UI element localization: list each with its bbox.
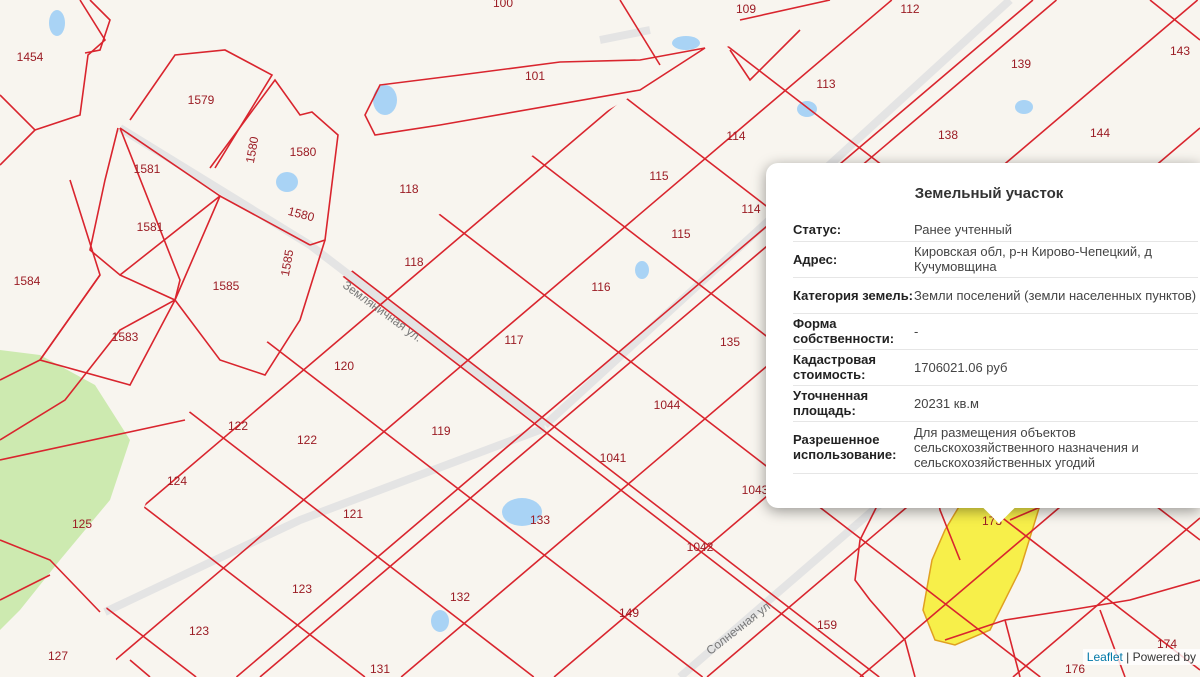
parcel-label[interactable]: 1580 [287, 204, 317, 225]
parcel-label[interactable]: 123 [292, 582, 312, 596]
parcel-label[interactable]: 1580 [243, 135, 261, 164]
parcel-label[interactable]: 121 [343, 507, 363, 521]
road [117, 124, 548, 429]
parcel-label[interactable]: 1584 [14, 274, 41, 288]
parcel-label[interactable]: 113 [816, 77, 835, 91]
row-key: Статус: [793, 219, 914, 242]
popup-row: Статус: Ранее учтенный [793, 219, 1198, 242]
parcel-label[interactable]: 1583 [112, 330, 139, 344]
row-key: Категория земель: [793, 277, 914, 314]
parcel-label[interactable]: 1581 [137, 220, 164, 234]
parcel-label[interactable]: 1043 [742, 483, 769, 497]
parcel-label[interactable]: 1041 [600, 451, 627, 465]
boundary-line [364, 47, 706, 136]
attribution-separator: | [1122, 650, 1133, 664]
row-value: Земли поселений (земли населенных пункто… [914, 277, 1198, 314]
popup-row: Категория земель: Земли поселений (земли … [793, 277, 1198, 314]
forest-area [0, 350, 130, 630]
parcel-label[interactable]: 122 [228, 419, 248, 433]
boundary-line [174, 239, 326, 376]
parcel-label[interactable]: 114 [741, 202, 760, 216]
row-key: Кадастровая стоимость: [793, 349, 914, 386]
popup-title: Земельный участок [914, 185, 1064, 202]
parcel-label[interactable]: 1580 [290, 145, 317, 159]
attribution-text: Powered by [1132, 650, 1196, 664]
row-key: Разрешенное использование: [793, 421, 914, 474]
parcel-label[interactable]: 115 [671, 227, 690, 241]
parcel-label[interactable]: 100 [493, 0, 513, 10]
map-attribution: Leaflet | Powered by [1082, 649, 1200, 665]
road [103, 424, 547, 616]
parcel-label[interactable]: 124 [167, 474, 187, 488]
row-value: - [914, 313, 1198, 350]
parcel-label[interactable]: 135 [720, 335, 740, 349]
parcel-label[interactable]: 125 [72, 517, 92, 531]
parcel-label[interactable]: 122 [297, 433, 317, 447]
parcel-label[interactable]: 101 [525, 69, 545, 83]
row-value: 1706021.06 руб [914, 349, 1198, 386]
parcel-label[interactable]: 109 [736, 2, 756, 16]
row-key: Форма собственности: [793, 313, 914, 350]
parcel-label[interactable]: 138 [938, 128, 958, 142]
parcel-label[interactable]: 114 [726, 129, 745, 143]
row-value: Для размещения объектов сельскохозяйстве… [914, 421, 1198, 474]
parcel-label[interactable]: 133 [530, 513, 550, 527]
parcel-label[interactable]: 1454 [17, 50, 44, 64]
parcel-label[interactable]: 149 [619, 606, 639, 620]
parcel-label[interactable]: 118 [404, 255, 423, 269]
boundary-line [105, 0, 740, 629]
popup-row: Кадастровая стоимость: 1706021.06 руб [793, 349, 1198, 386]
parcel-label[interactable]: 143 [1170, 44, 1190, 58]
parcel-label[interactable]: 1579 [188, 93, 215, 107]
popup-row: Форма собственности: - [793, 313, 1198, 350]
parcel-label[interactable]: 139 [1011, 57, 1031, 71]
row-key: Адрес: [793, 241, 914, 278]
parcel-label[interactable]: 112 [900, 2, 919, 16]
parcel-label[interactable]: 123 [189, 624, 209, 638]
parcel-label[interactable]: 144 [1090, 126, 1110, 140]
parcel-label[interactable]: 1042 [687, 540, 714, 554]
leaflet-link[interactable]: Leaflet [1087, 650, 1123, 664]
boundary-line [1099, 609, 1126, 677]
row-value: 20231 кв.м [914, 385, 1198, 422]
parcel-info-table: Статус: Ранее учтенный Адрес: Кировская обл… [793, 219, 1198, 474]
parcel-label[interactable]: 1044 [654, 398, 681, 412]
parcel-label[interactable]: 1585 [278, 248, 296, 277]
boundary-line [1004, 619, 1021, 677]
popup-row: Адрес: Кировская обл, р-н Кирово-Чепецкий… [793, 241, 1198, 278]
street-label: Земляничная ул. [340, 278, 425, 345]
parcel-label[interactable]: 159 [817, 618, 837, 632]
parcel-label[interactable]: 131 [370, 662, 390, 676]
row-value: Кировская обл, р-н Кирово-Чепецкий, д Ку… [914, 241, 1198, 278]
parcel-label[interactable]: 127 [48, 649, 68, 663]
boundary-line [0, 129, 36, 166]
parcel-label[interactable]: 120 [334, 359, 354, 373]
parcel-label[interactable]: 117 [504, 333, 523, 347]
parcel-label[interactable]: 1585 [213, 279, 240, 293]
boundary-line [729, 29, 801, 82]
boundary-line [129, 659, 151, 677]
parcel-label[interactable]: 115 [649, 169, 668, 183]
parcel-label[interactable]: 132 [450, 590, 470, 604]
row-value: Ранее учтенный [914, 219, 1198, 242]
row-key: Уточненная площадь: [793, 385, 914, 422]
parcel-info-popup: Земельный участок Статус: Ранее учтенный А… [766, 163, 1200, 508]
parcel-label[interactable]: 1581 [134, 162, 161, 176]
popup-row: Разрешенное использование: Для размещения… [793, 421, 1198, 474]
parcel-label[interactable]: 116 [591, 280, 610, 294]
parcel-label[interactable]: 118 [399, 182, 418, 196]
road [599, 26, 651, 44]
popup-row: Уточненная площадь: 20231 кв.м [793, 385, 1198, 422]
parcel-label[interactable]: 119 [431, 424, 450, 438]
